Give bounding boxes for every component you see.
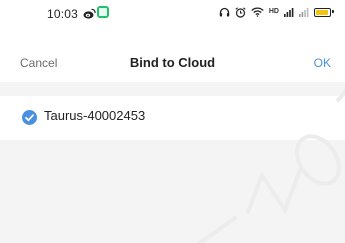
weibo-icon bbox=[83, 8, 96, 19]
ok-button[interactable]: OK bbox=[314, 56, 331, 70]
screen: 10:03 HD Cancel Bind to Cloud OK Taurus-… bbox=[0, 0, 345, 243]
wifi-icon bbox=[251, 7, 264, 17]
hd-badge: HD bbox=[268, 8, 279, 15]
signal-icon bbox=[284, 7, 294, 17]
status-time: 10:03 bbox=[47, 7, 79, 21]
list-item[interactable]: Taurus-40002453 bbox=[0, 96, 345, 140]
notification-icon bbox=[97, 6, 109, 18]
nav-bar: Cancel Bind to Cloud OK bbox=[0, 46, 345, 82]
battery-level bbox=[316, 9, 328, 15]
signal-icon bbox=[299, 7, 309, 17]
device-name: Taurus-40002453 bbox=[44, 108, 146, 123]
battery-icon bbox=[314, 7, 334, 17]
checkmark-icon bbox=[22, 110, 37, 125]
status-icons: HD bbox=[219, 4, 334, 20]
device-list: Taurus-40002453 bbox=[0, 96, 345, 140]
status-bar: 10:03 HD bbox=[0, 0, 345, 46]
alarm-icon bbox=[235, 6, 246, 18]
headphones-icon bbox=[219, 7, 230, 17]
page-title: Bind to Cloud bbox=[129, 55, 216, 70]
section-divider bbox=[0, 82, 345, 92]
